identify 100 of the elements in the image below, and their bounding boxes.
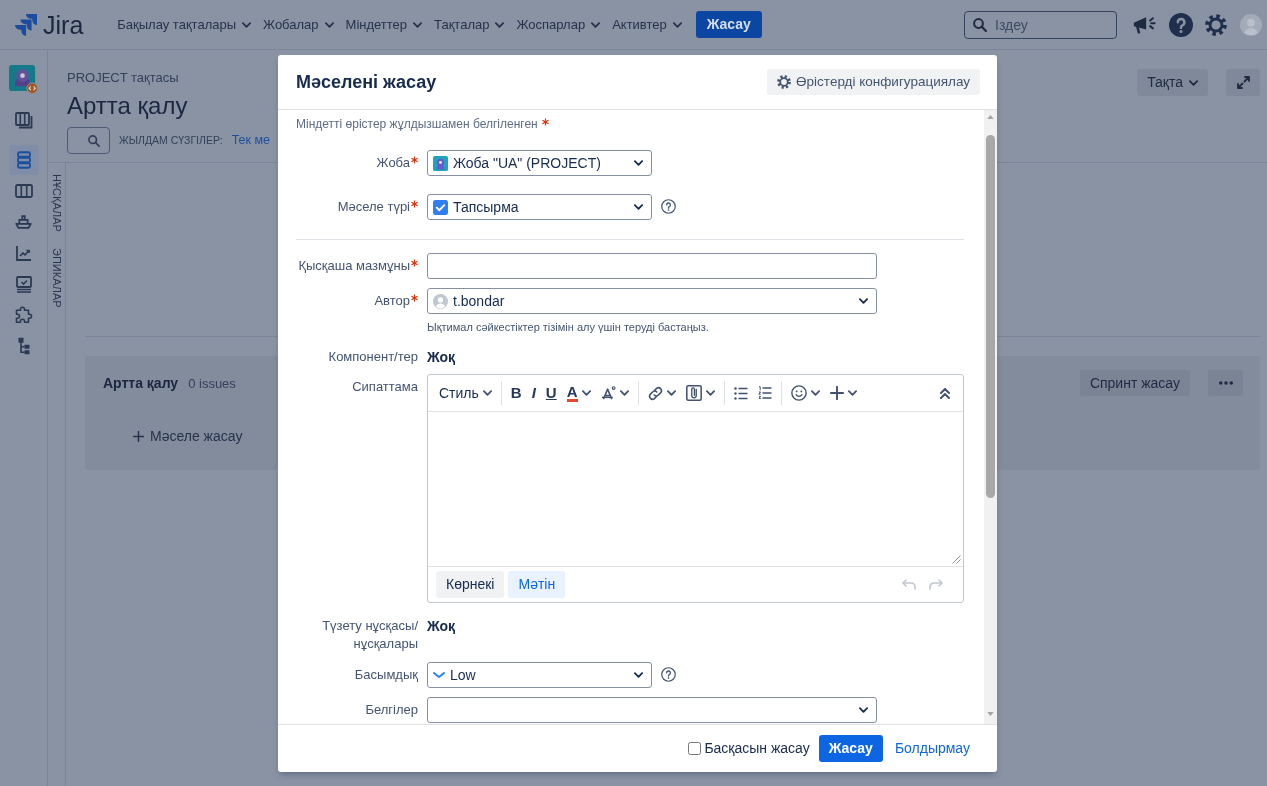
double-chevron-up-icon — [940, 387, 950, 399]
field-label: Жоба — [376, 154, 410, 172]
field-label: Сипаттама — [352, 378, 418, 396]
required-asterisk-icon — [541, 118, 549, 126]
settings-icon[interactable] — [1205, 13, 1227, 36]
search-icon — [88, 134, 100, 147]
scrollbar-thumb[interactable] — [986, 135, 995, 498]
field-label: Компонент/тер — [328, 348, 418, 366]
field-value: Жоқ — [427, 348, 456, 366]
caret-icon — [324, 21, 334, 28]
quick-filters-label: ЖЫЛДАМ СҮЗГІЛЕР: — [119, 132, 223, 148]
scrollbar[interactable] — [984, 110, 997, 724]
hierarchy-icon — [17, 337, 30, 355]
bullet-list-icon — [733, 386, 748, 400]
search-field[interactable]: Іздеу — [964, 10, 1117, 39]
home-logo-link[interactable]: Jira — [15, 9, 84, 40]
summary-input[interactable] — [427, 253, 877, 279]
bold-button[interactable]: B — [505, 379, 527, 407]
field-label: Автор — [374, 292, 410, 310]
stacked-rows-icon — [16, 151, 31, 169]
smiley-icon — [790, 385, 807, 401]
nav-menu-button[interactable]: Бақылау тақталары — [111, 8, 258, 41]
board-view-button[interactable]: Тақта — [1137, 69, 1208, 96]
diagonal-arrows-icon — [1236, 76, 1250, 89]
create-button[interactable]: Жасау — [695, 11, 762, 38]
search-icon — [973, 17, 987, 32]
fullscreen-button[interactable] — [1226, 69, 1260, 96]
create-issue-button[interactable]: Мәселе жасау — [133, 426, 243, 446]
tick-square-icon — [433, 199, 448, 215]
create-sprint-button[interactable]: Спринт жасау — [1079, 370, 1190, 396]
help-icon[interactable] — [661, 199, 676, 214]
editor-mode-tab[interactable]: Көрнекі — [436, 571, 505, 598]
page-title: Артта қалу — [67, 91, 189, 121]
puzzle-icon — [14, 306, 33, 324]
author-select[interactable]: t.bondar — [427, 288, 877, 314]
breadcrumb: PROJECT тақтасы — [67, 70, 180, 86]
project-avatar-icon[interactable] — [9, 65, 38, 94]
caret-icon — [859, 298, 868, 304]
issue-count: 0 issues — [188, 374, 236, 393]
link-icon — [647, 385, 663, 401]
caret-icon — [634, 672, 643, 678]
field-label: Басымдық — [354, 666, 418, 684]
text-color-button[interactable]: A — [561, 379, 596, 407]
scroll-down-arrow-icon[interactable] — [987, 712, 994, 716]
more-button[interactable] — [1208, 370, 1243, 396]
side-tab[interactable]: НҰСҚАЛАР — [49, 174, 64, 232]
caret-icon — [495, 21, 505, 28]
create-another-checkbox[interactable] — [688, 742, 702, 755]
help-icon[interactable] — [1169, 12, 1193, 37]
field-label: Белгілер — [365, 701, 418, 719]
dialog-title: Мәселені жасау — [296, 70, 437, 94]
numbered-list-icon — [757, 386, 772, 400]
field-label: Қысқаша мазмұны — [298, 257, 410, 275]
checkbox-label[interactable]: Басқасын жасау — [704, 738, 810, 759]
field-label: Түзету нұсқасы/ нұсқалары — [321, 617, 418, 653]
sidebar-item[interactable] — [8, 145, 39, 175]
labels-select[interactable] — [427, 697, 877, 723]
caret-icon — [634, 160, 643, 166]
line-chart-icon — [15, 245, 32, 261]
monitor-check-icon — [15, 275, 32, 293]
nav-menu-button[interactable]: Жоспарлар — [510, 8, 607, 41]
scroll-up-arrow-icon[interactable] — [987, 115, 994, 119]
nav-menu-button[interactable]: Міндеттер — [339, 8, 429, 41]
nav-menu-button[interactable]: Активтер — [606, 8, 688, 41]
caret-icon — [413, 21, 423, 28]
required-note: Міндетті өрістер жұлдызшамен белгіленген — [296, 116, 538, 132]
editor-mode-tab[interactable]: Мәтін — [508, 571, 566, 598]
paperclip-icon — [685, 385, 702, 401]
cancel-link[interactable]: Болдырмау — [884, 738, 980, 759]
field-hint: Ықтимал сәйкестіктер тізімін алу үшін теруді бастаңыз. — [427, 320, 710, 334]
backlog-title: Артта қалу — [103, 373, 179, 393]
priority-select[interactable]: Low — [427, 662, 652, 688]
settings-icon — [777, 75, 792, 89]
italic-button[interactable]: I — [526, 379, 541, 407]
field-label: Мәселе түрі — [337, 198, 410, 216]
plus-icon — [829, 386, 844, 400]
caret-icon — [672, 21, 682, 28]
configure-fields-button[interactable]: Өрістерді конфигурациялау — [767, 69, 980, 95]
issue-type-select[interactable]: Тапсырма — [427, 194, 652, 220]
help-icon[interactable] — [661, 667, 676, 682]
filter-search-field[interactable] — [67, 127, 110, 154]
nav-menu-button[interactable]: Жобалар — [257, 8, 340, 41]
ship-icon — [15, 215, 32, 229]
submit-button[interactable]: Жасау — [818, 735, 883, 762]
caret-icon — [634, 204, 643, 210]
avatar-icon — [433, 293, 448, 309]
caret-icon — [859, 707, 868, 713]
underline-button[interactable]: U — [540, 379, 562, 407]
project-avatar-icon — [433, 155, 448, 171]
text-style-icon — [600, 386, 616, 400]
style-menu-button[interactable]: Стиль — [434, 379, 497, 407]
side-tab[interactable]: ЭПИКАЛАР — [49, 247, 64, 308]
field-value: Жоқ — [427, 617, 456, 635]
nav-menu-button[interactable]: Тақталар — [428, 8, 511, 41]
megaphone-icon[interactable] — [1133, 15, 1156, 34]
plus-icon — [133, 430, 144, 442]
caret-icon — [591, 21, 601, 28]
project-select[interactable]: Жоба "UA" (PROJECT) — [427, 150, 652, 176]
ellipsis-icon — [1218, 381, 1233, 385]
chevron-down-icon — [433, 671, 445, 679]
